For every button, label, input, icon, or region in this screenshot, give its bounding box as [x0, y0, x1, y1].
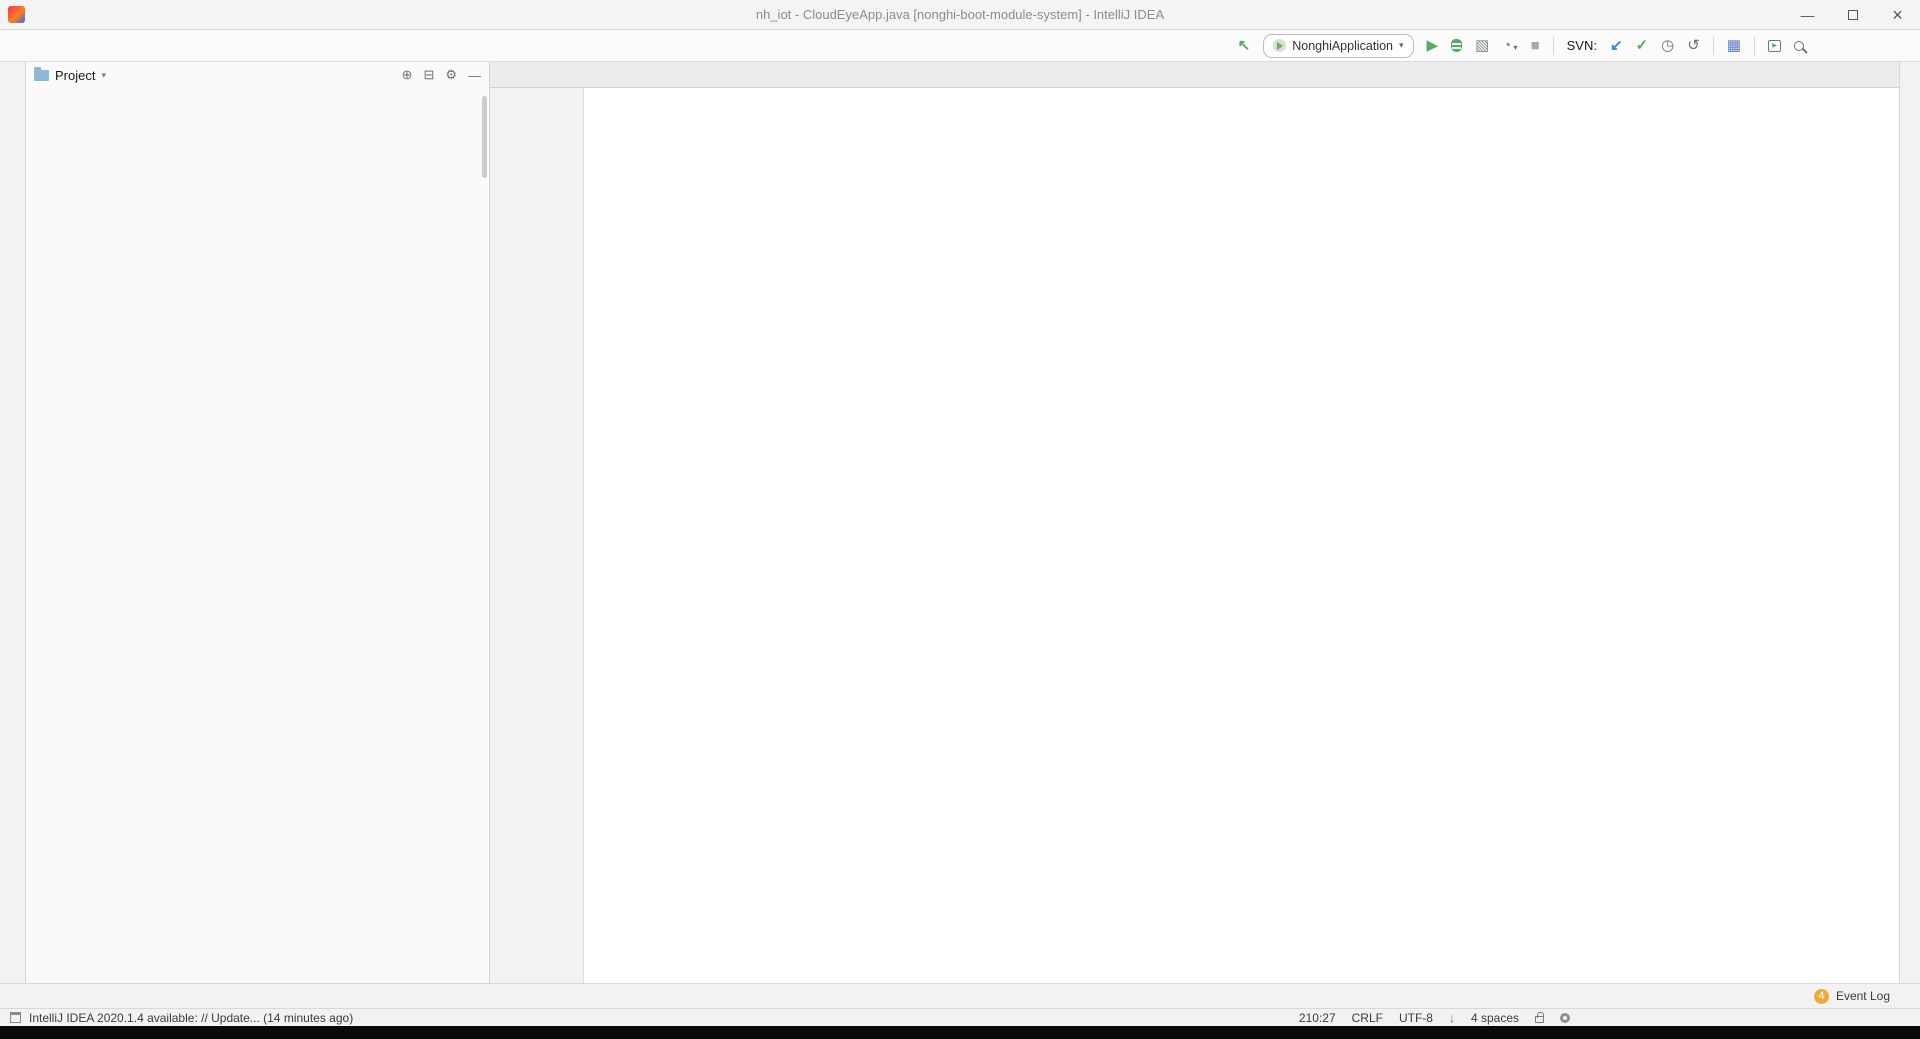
project-panel-title[interactable]: Project — [55, 68, 95, 83]
commit-icon[interactable]: ✓ — [1636, 38, 1649, 53]
toolbar-divider — [1712, 36, 1714, 55]
close-icon[interactable]: × — [1875, 0, 1920, 30]
run-configuration-select[interactable]: NonghiApplication ▾ — [1263, 33, 1414, 58]
status-message[interactable]: IntelliJ IDEA 2020.1.4 available: // Upd… — [29, 1011, 353, 1025]
intellij-logo-icon — [8, 6, 25, 23]
caret-position[interactable]: 210:27 — [1299, 1011, 1336, 1025]
editor-tabs — [490, 62, 1899, 88]
event-log-button[interactable]: 4 Event Log — [1813, 988, 1890, 1004]
project-structure-icon[interactable]: ▦ — [1727, 38, 1741, 53]
history-icon[interactable]: ◷ — [1661, 38, 1674, 53]
stop-button[interactable]: ■ — [1531, 38, 1540, 53]
update-project-icon[interactable]: ↙ — [1610, 38, 1623, 53]
project-tree — [26, 88, 489, 107]
coverage-button[interactable]: ▧ — [1475, 38, 1489, 53]
project-panel: Project ▾ ⊕ ⊟ ⚙ — — [26, 62, 490, 983]
hide-panel-icon[interactable]: — — [468, 68, 481, 83]
status-bar: IntelliJ IDEA 2020.1.4 available: // Upd… — [0, 1008, 1920, 1026]
project-icon — [34, 66, 49, 81]
project-panel-header: Project ▾ ⊕ ⊟ ⚙ — — [26, 62, 489, 88]
right-tool-stripe — [1899, 62, 1920, 983]
run-config-label: NonghiApplication — [1292, 38, 1393, 53]
download-icon[interactable]: ↓ — [1449, 1011, 1455, 1025]
run-button[interactable]: ▶ — [1427, 38, 1439, 53]
file-encoding[interactable]: UTF-8 — [1399, 1011, 1433, 1025]
locate-file-icon[interactable]: ⊕ — [402, 67, 413, 83]
error-stripe — [1528, 88, 1546, 983]
chevron-down-icon[interactable]: ▾ — [101, 70, 106, 81]
run-config-icon — [1273, 39, 1287, 52]
main-content: Project ▾ ⊕ ⊟ ⚙ — — [0, 62, 1920, 983]
intellij-window: nh_iot - CloudEyeApp.java [nonghi-boot-m… — [0, 0, 1920, 1039]
collapse-all-icon[interactable]: ⊟ — [423, 67, 434, 83]
toolbar-actions: ↖ NonghiApplication ▾ ▶ ▧ ◔ ▾ ■ SVN: ↙ ✓… — [1238, 33, 1920, 58]
navigate-back-icon[interactable]: ↖ — [1238, 38, 1251, 53]
notification-icon[interactable] — [10, 1012, 21, 1023]
project-panel-toolbar: ⊕ ⊟ ⚙ — — [402, 67, 481, 83]
window-controls: — × — [1785, 0, 1920, 30]
toolbar-divider — [1552, 36, 1554, 55]
chevron-down-icon: ▾ — [1511, 43, 1518, 52]
window-title: nh_iot - CloudEyeApp.java [nonghi-boot-m… — [755, 7, 1165, 22]
editor-area — [490, 62, 1899, 983]
rollback-icon[interactable]: ↺ — [1687, 38, 1700, 53]
search-everywhere-icon[interactable] — [1794, 40, 1804, 51]
indent-setting[interactable]: 4 spaces — [1471, 1011, 1519, 1025]
minimize-icon[interactable]: — — [1785, 0, 1830, 30]
inspections-icon[interactable] — [1560, 1012, 1570, 1023]
lock-icon[interactable] — [1535, 1012, 1544, 1023]
status-widgets: 210:27 CRLF UTF-8 ↓ 4 spaces — [1299, 1011, 1570, 1025]
debug-button[interactable] — [1451, 39, 1463, 52]
svn-label: SVN: — [1566, 38, 1597, 53]
chevron-down-icon: ▾ — [1399, 40, 1404, 50]
editor-gutter — [490, 88, 584, 983]
run-anything-icon[interactable]: ▶ — [1768, 39, 1781, 52]
line-ending[interactable]: CRLF — [1352, 1011, 1383, 1025]
taskbar-strip — [0, 1026, 1920, 1039]
gear-icon[interactable]: ⚙ — [445, 67, 457, 83]
tree-scrollbar[interactable] — [482, 96, 487, 178]
toolbar-divider — [1754, 36, 1755, 55]
tool-window-bar: 4 Event Log — [0, 983, 1920, 1008]
event-count-badge: 4 — [1813, 988, 1829, 1004]
left-tool-stripe — [0, 62, 26, 983]
code-editor[interactable] — [490, 88, 1899, 983]
event-log-label: Event Log — [1835, 989, 1890, 1003]
titlebar: nh_iot - CloudEyeApp.java [nonghi-boot-m… — [0, 0, 1920, 30]
profiler-button[interactable]: ◔ ▾ — [1502, 38, 1517, 53]
maximize-icon[interactable] — [1830, 0, 1875, 30]
navigation-toolbar: ↖ NonghiApplication ▾ ▶ ▧ ◔ ▾ ■ SVN: ↙ ✓… — [0, 30, 1920, 62]
